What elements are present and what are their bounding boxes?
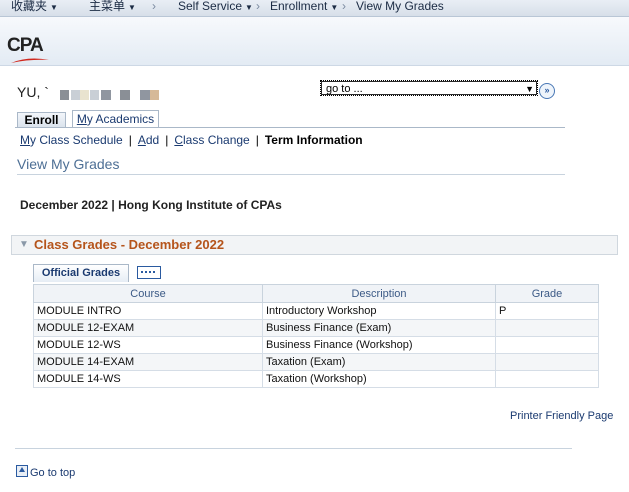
main-menu[interactable]: 主菜单 ▼ bbox=[89, 0, 136, 15]
table-row: MODULE INTRO Introductory Workshop P bbox=[33, 302, 599, 320]
student-name: YU, ` bbox=[17, 84, 49, 100]
course-cell: MODULE 12-WS bbox=[33, 336, 263, 354]
course-cell: MODULE 12-EXAM bbox=[33, 319, 263, 337]
breadcrumb-separator-icon: › bbox=[256, 0, 260, 13]
table-row: MODULE 12-EXAM Business Finance (Exam) bbox=[33, 319, 599, 337]
table-row: MODULE 12-WS Business Finance (Workshop) bbox=[33, 336, 599, 354]
chevron-down-icon: ▼ bbox=[245, 3, 253, 12]
footer-divider bbox=[15, 448, 572, 449]
grade-cell bbox=[495, 319, 599, 337]
course-cell: MODULE INTRO bbox=[33, 302, 263, 320]
course-cell: MODULE 14-EXAM bbox=[33, 353, 263, 371]
goto-button[interactable]: » bbox=[539, 83, 555, 99]
grades-table: Course Description Grade MODULE INTRO In… bbox=[33, 284, 599, 388]
add-link[interactable]: Add bbox=[138, 133, 159, 147]
column-header-grade[interactable]: Grade bbox=[495, 284, 599, 303]
section-title: Class Grades - December 2022 bbox=[34, 237, 225, 252]
course-cell: MODULE 14-WS bbox=[33, 370, 263, 388]
description-cell: Taxation (Workshop) bbox=[262, 370, 496, 388]
chevron-down-icon: ▼ bbox=[128, 3, 136, 12]
breadcrumb-separator-icon: › bbox=[152, 0, 156, 13]
tab-my-academics[interactable]: My Academics bbox=[72, 110, 159, 128]
enrollment-menu[interactable]: Enrollment ▼ bbox=[270, 0, 338, 15]
table-row: MODULE 14-WS Taxation (Workshop) bbox=[33, 370, 599, 388]
tab-enroll[interactable]: Enroll bbox=[17, 112, 66, 128]
header-band: CPA bbox=[0, 17, 629, 66]
column-header-description[interactable]: Description bbox=[262, 284, 496, 303]
chevron-down-icon: ▼ bbox=[50, 3, 58, 12]
top-nav-bar: 收藏夹 ▼ 主菜单 ▼ › Self Service ▼ › Enrollment ▼ … bbox=[0, 0, 629, 17]
double-chevron-right-icon: » bbox=[544, 85, 550, 95]
grade-cell bbox=[495, 353, 599, 371]
title-divider bbox=[17, 174, 565, 175]
go-to-top-link[interactable]: Go to top bbox=[16, 465, 75, 479]
my-class-schedule-link[interactable]: My Class Schedule bbox=[20, 133, 123, 147]
sub-nav: My Class Schedule | Add | Class Change | Term … bbox=[20, 133, 363, 147]
table-header-row: Course Description Grade bbox=[33, 284, 599, 303]
tab-official-grades[interactable]: Official Grades bbox=[33, 264, 129, 282]
show-all-columns-icon[interactable] bbox=[137, 266, 161, 279]
grade-cell: P bbox=[495, 302, 599, 320]
breadcrumb-separator-icon: › bbox=[342, 0, 346, 13]
chevron-down-icon: ▼ bbox=[330, 3, 339, 12]
term-information-current: Term Information bbox=[264, 133, 363, 147]
arrow-up-icon bbox=[16, 465, 28, 477]
tab-divider bbox=[15, 127, 565, 128]
description-cell: Business Finance (Exam) bbox=[262, 319, 496, 337]
printer-friendly-link[interactable]: Printer Friendly Page bbox=[510, 410, 613, 422]
collapse-triangle-icon: ▼ bbox=[19, 239, 29, 250]
favorites-menu[interactable]: 收藏夹 ▼ bbox=[11, 0, 58, 15]
description-cell: Business Finance (Workshop) bbox=[262, 336, 496, 354]
class-change-link[interactable]: Class Change bbox=[174, 133, 249, 147]
self-service-menu[interactable]: Self Service ▼ bbox=[178, 0, 253, 15]
column-header-course[interactable]: Course bbox=[33, 284, 263, 303]
grade-cell bbox=[495, 336, 599, 354]
goto-select[interactable]: go to ... ▼ bbox=[320, 80, 538, 96]
page-title: View My Grades bbox=[17, 156, 120, 172]
table-row: MODULE 14-EXAM Taxation (Exam) bbox=[33, 353, 599, 371]
description-cell: Taxation (Exam) bbox=[262, 353, 496, 371]
logo-swoosh-icon bbox=[11, 58, 49, 63]
cpa-logo: CPA bbox=[6, 35, 50, 65]
term-label: December 2022 | Hong Kong Institute of C… bbox=[20, 198, 282, 212]
description-cell: Introductory Workshop bbox=[262, 302, 496, 320]
class-grades-section-header[interactable]: ▼ Class Grades - December 2022 bbox=[11, 235, 618, 255]
chevron-down-icon: ▼ bbox=[525, 84, 534, 94]
grade-cell bbox=[495, 370, 599, 388]
breadcrumb-current[interactable]: View My Grades bbox=[356, 0, 444, 15]
